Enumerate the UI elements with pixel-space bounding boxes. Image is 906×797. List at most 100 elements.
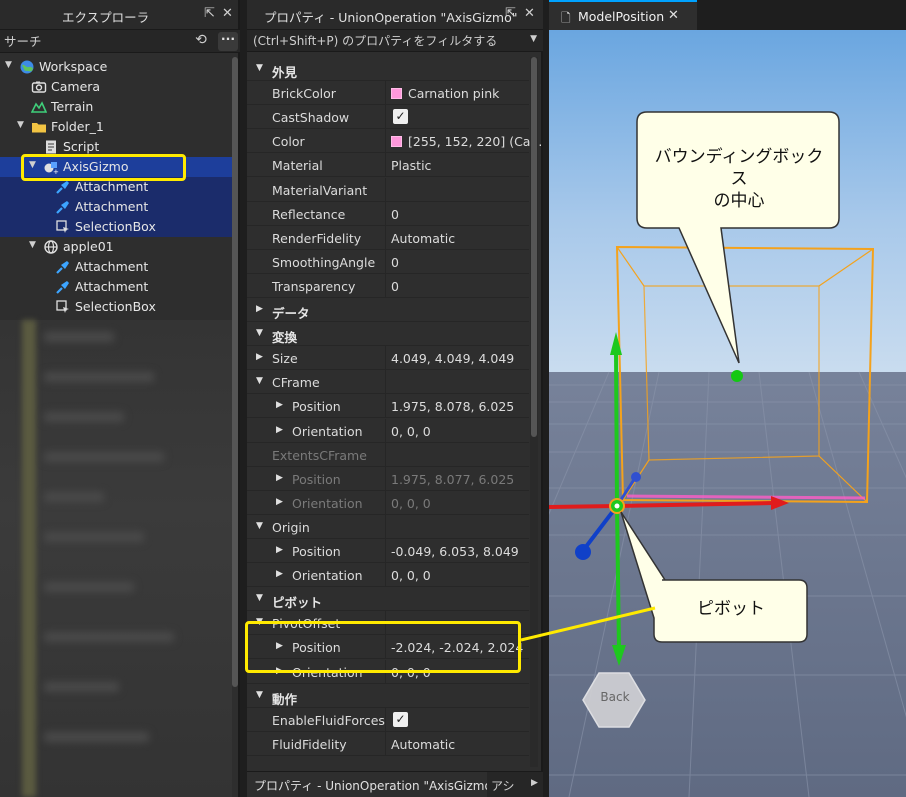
tree-item-attachment[interactable]: Attachment xyxy=(0,277,232,297)
property-row[interactable]: Transparency 0 xyxy=(247,273,529,298)
tree-item-folder-1[interactable]: ▼ Folder_1 xyxy=(0,117,232,137)
properties-filter-input[interactable] xyxy=(253,32,523,50)
property-category[interactable]: ▼ 変換 xyxy=(247,322,529,347)
expand-arrow-icon[interactable]: ▶ xyxy=(276,545,283,555)
expand-arrow-icon[interactable]: ▶ xyxy=(256,304,263,314)
property-row[interactable]: ▶ Size 4.049, 4.049, 4.049 xyxy=(247,346,529,371)
expand-arrow-icon[interactable]: ▶ xyxy=(276,666,283,676)
close-icon[interactable]: ✕ xyxy=(222,6,233,21)
property-value[interactable]: 0, 0, 0 xyxy=(391,568,431,583)
undock-icon[interactable]: ⇱ xyxy=(505,6,516,21)
property-value[interactable]: 1.975, 8.078, 6.025 xyxy=(391,399,514,414)
property-row[interactable]: Reflectance 0 xyxy=(247,201,529,226)
tree-item-axisgizmo[interactable]: ▼ + AxisGizmo xyxy=(0,157,232,177)
expand-arrow-icon[interactable]: ▼ xyxy=(29,160,36,170)
3d-viewport[interactable]: バウンディングボックス の中心 ピボット Back xyxy=(549,30,906,797)
collapse-arrow-icon[interactable]: ▼ xyxy=(256,328,263,338)
property-value[interactable]: 4.049, 4.049, 4.049 xyxy=(391,351,514,366)
explorer-scrollbar[interactable] xyxy=(232,57,238,687)
close-icon[interactable]: ✕ xyxy=(668,8,679,23)
property-row[interactable]: ▶ Position -2.024, -2.024, 2.024 xyxy=(247,635,529,660)
property-value[interactable]: -0.049, 6.053, 8.049 xyxy=(391,544,519,559)
tab-modelposition[interactable]: 🗋 ModelPosition ✕ xyxy=(549,0,697,30)
chevron-right-icon[interactable]: ▶ xyxy=(531,778,538,788)
history-icon[interactable]: ⟲ xyxy=(191,32,211,51)
chevron-down-icon[interactable]: ▼ xyxy=(530,34,537,44)
property-row[interactable]: ▶ Orientation 0, 0, 0 xyxy=(247,490,529,515)
tree-item-camera[interactable]: Camera xyxy=(0,77,232,97)
property-row[interactable]: BrickColor Carnation pink xyxy=(247,81,529,106)
explorer-search-input[interactable] xyxy=(4,32,184,51)
expand-arrow-icon[interactable]: ▼ xyxy=(5,60,12,70)
property-value[interactable]: 0, 0, 0 xyxy=(391,424,431,439)
property-row[interactable]: ▼ Origin xyxy=(247,514,529,539)
expand-arrow-icon[interactable]: ▼ xyxy=(256,521,263,531)
property-row[interactable]: ▶ Position 1.975, 8.078, 6.025 xyxy=(247,394,529,419)
property-checkbox[interactable]: ✓ xyxy=(393,711,408,727)
property-row[interactable]: ▼ PivotOffset xyxy=(247,611,529,636)
property-row[interactable]: ▼ CFrame xyxy=(247,370,529,395)
expand-arrow-icon[interactable]: ▶ xyxy=(256,352,263,362)
property-value[interactable]: 1.975, 8.077, 6.025 xyxy=(391,472,514,487)
scrollbar-thumb[interactable] xyxy=(531,57,537,437)
property-row[interactable]: FluidFidelity Automatic xyxy=(247,731,529,756)
property-value[interactable]: Carnation pink xyxy=(391,86,499,101)
property-value[interactable]: 0 xyxy=(391,207,399,222)
tab-assistant[interactable]: アシ xyxy=(491,777,515,794)
expand-arrow-icon[interactable]: ▼ xyxy=(17,120,24,130)
property-row[interactable]: RenderFidelity Automatic xyxy=(247,225,529,250)
collapse-arrow-icon[interactable]: ▼ xyxy=(256,593,263,603)
expand-arrow-icon[interactable]: ▶ xyxy=(276,425,283,435)
property-row[interactable]: ▶ Orientation 0, 0, 0 xyxy=(247,659,529,684)
tree-item-script[interactable]: Script xyxy=(0,137,232,157)
property-row[interactable]: ExtentsCFrame xyxy=(247,442,529,467)
property-value[interactable]: 0, 0, 0 xyxy=(391,665,431,680)
expand-arrow-icon[interactable]: ▼ xyxy=(29,240,36,250)
tree-item-selectionbox[interactable]: SelectionBox xyxy=(0,297,232,317)
property-row[interactable]: ▶ Orientation 0, 0, 0 xyxy=(247,418,529,443)
property-row[interactable]: ▶ Position 1.975, 8.077, 6.025 xyxy=(247,466,529,491)
tree-item-apple01[interactable]: ▼ apple01 xyxy=(0,237,232,257)
expand-arrow-icon[interactable]: ▶ xyxy=(276,641,283,651)
tree-item-attachment[interactable]: Attachment xyxy=(0,177,232,197)
property-category[interactable]: ▼ 動作 xyxy=(247,683,529,708)
property-category[interactable]: ▼ 外見 xyxy=(247,57,529,81)
tab-properties[interactable]: プロパティ - UnionOperation "AxisGizmo" xyxy=(247,772,487,797)
property-value[interactable]: [255, 152, 220] (Ca... xyxy=(391,134,542,149)
expand-arrow-icon[interactable]: ▶ xyxy=(276,497,283,507)
property-value[interactable]: 0 xyxy=(391,255,399,270)
more-options-button[interactable]: ··· xyxy=(218,32,238,51)
expand-arrow-icon[interactable]: ▼ xyxy=(256,617,263,627)
close-icon[interactable]: ✕ xyxy=(524,6,535,21)
properties-scrollbar[interactable] xyxy=(530,57,538,767)
property-row[interactable]: SmoothingAngle 0 xyxy=(247,249,529,274)
property-row[interactable]: CastShadow ✓ xyxy=(247,105,529,130)
expand-arrow-icon[interactable]: ▼ xyxy=(256,376,263,386)
property-value[interactable]: Automatic xyxy=(391,737,455,752)
collapse-arrow-icon[interactable]: ▼ xyxy=(256,690,263,700)
property-row[interactable]: ▶ Orientation 0, 0, 0 xyxy=(247,563,529,588)
property-row[interactable]: Material Plastic xyxy=(247,153,529,178)
property-row[interactable]: EnableFluidForces ✓ xyxy=(247,707,529,732)
property-row[interactable]: MaterialVariant xyxy=(247,177,529,202)
tree-item-attachment[interactable]: Attachment xyxy=(0,197,232,217)
back-button-label[interactable]: Back xyxy=(599,690,631,704)
property-value[interactable]: Automatic xyxy=(391,231,455,246)
property-checkbox[interactable]: ✓ xyxy=(393,109,408,125)
property-value[interactable]: 0 xyxy=(391,279,399,294)
property-value[interactable]: -2.024, -2.024, 2.024 xyxy=(391,640,523,655)
property-row[interactable]: ▶ Position -0.049, 6.053, 8.049 xyxy=(247,539,529,563)
property-category[interactable]: ▶ データ xyxy=(247,298,529,322)
tree-item-selectionbox[interactable]: SelectionBox xyxy=(0,217,232,237)
property-value[interactable]: Plastic xyxy=(391,158,431,173)
undock-icon[interactable]: ⇱ xyxy=(204,6,215,21)
property-category[interactable]: ▼ ピボット xyxy=(247,587,529,612)
property-row[interactable]: Color [255, 152, 220] (Ca... xyxy=(247,129,542,154)
collapse-arrow-icon[interactable]: ▼ xyxy=(256,63,263,73)
tree-item-attachment[interactable]: Attachment xyxy=(0,257,232,277)
expand-arrow-icon[interactable]: ▶ xyxy=(276,473,283,483)
property-value[interactable]: 0, 0, 0 xyxy=(391,496,431,511)
expand-arrow-icon[interactable]: ▶ xyxy=(276,400,283,410)
tree-item-terrain[interactable]: Terrain xyxy=(0,97,232,117)
tree-item-workspace[interactable]: ▼ Workspace xyxy=(0,57,232,77)
